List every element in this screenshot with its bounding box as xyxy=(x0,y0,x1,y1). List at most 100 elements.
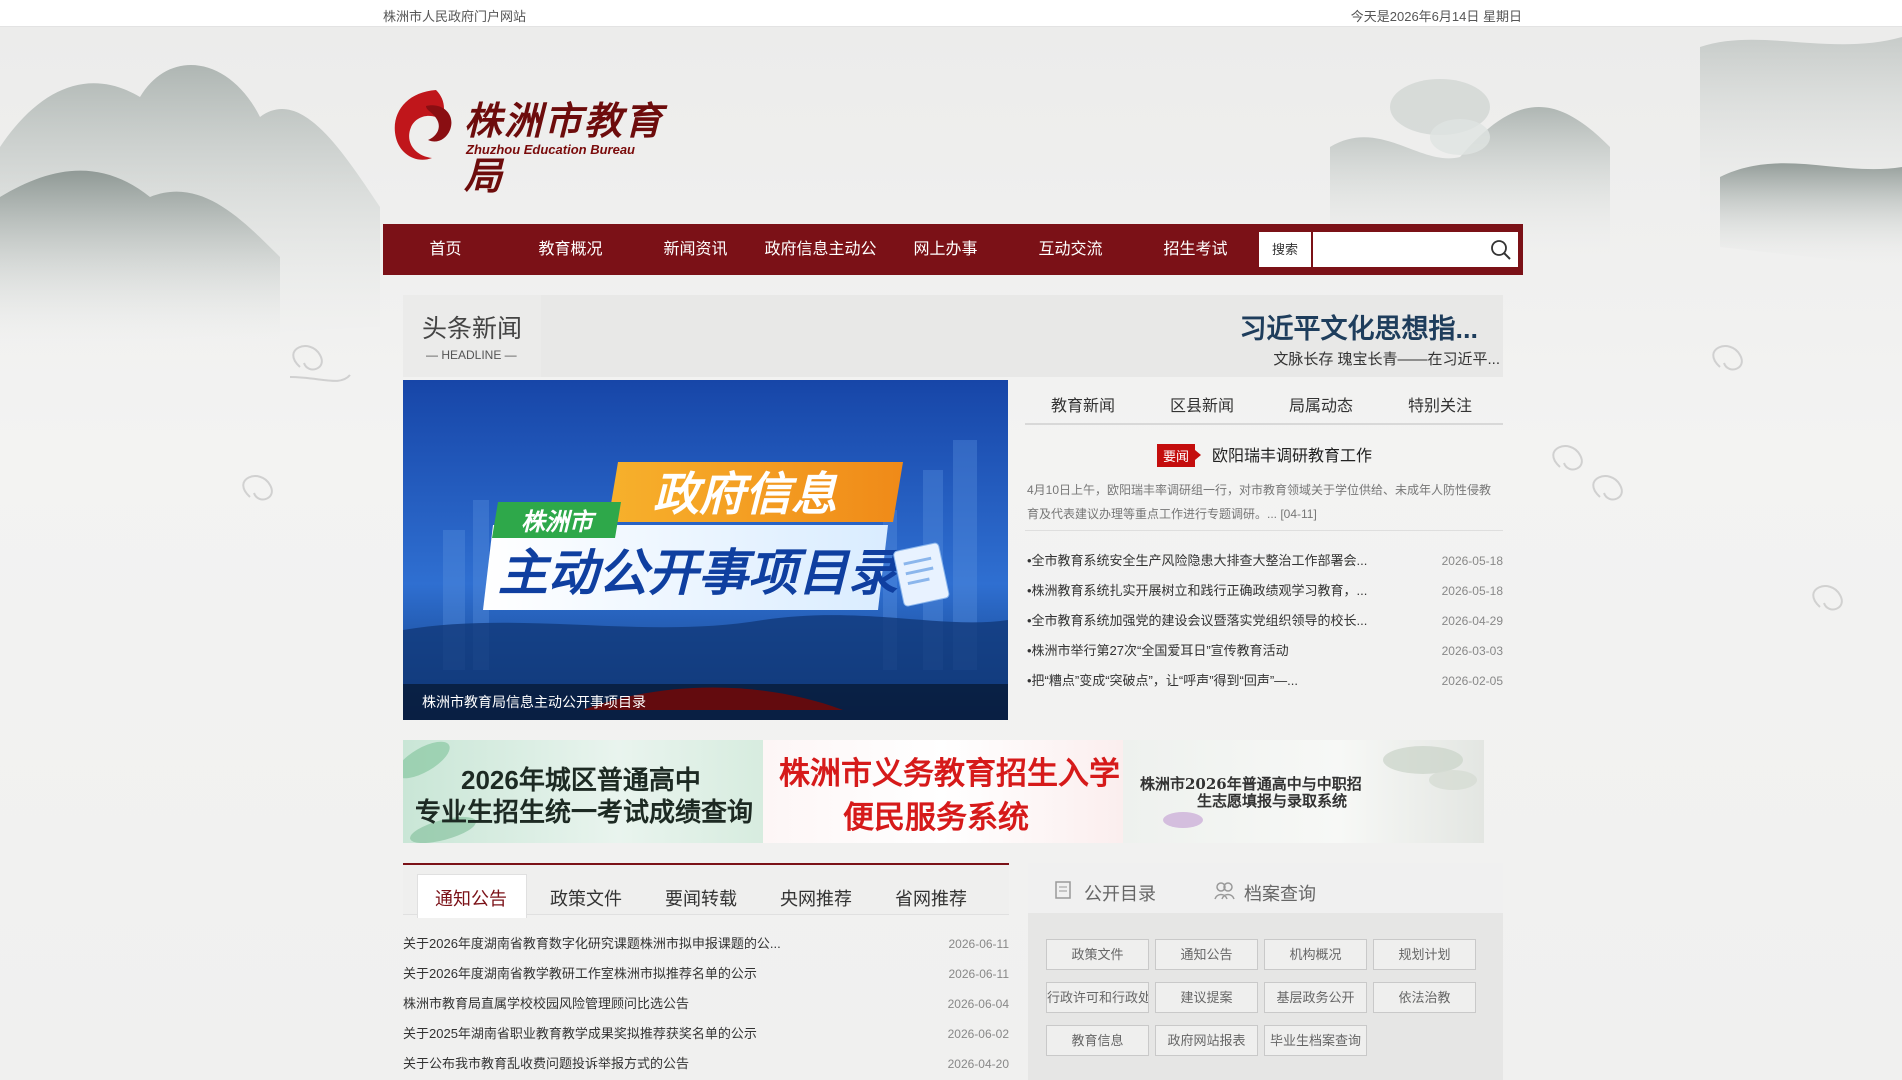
list-item[interactable]: •全市教育系统安全生产风险隐患大排查大整治工作部署会... 2026-05-18 xyxy=(1027,546,1503,576)
notice-date: 2026-06-04 xyxy=(947,997,1009,1011)
tab-special-focus[interactable]: 特别关注 xyxy=(1408,392,1472,416)
catalog-panel: 公开目录 档案查询 政策文件 通知公告 机构概况 规划计划 行政许可和行政处 建… xyxy=(1028,863,1503,1080)
promo-2-line2: 便民服务系统 xyxy=(843,800,1029,836)
catalog-button[interactable]: 依法治教 xyxy=(1373,982,1476,1013)
list-item[interactable]: 株洲市教育局直属学校校园风险管理顾问比选公告 2026-06-04 xyxy=(403,989,1009,1019)
tab-archive-query[interactable]: 档案查询 xyxy=(1244,880,1316,906)
catalog-tabs: 公开目录 档案查询 xyxy=(1028,863,1503,913)
nav-gov-info[interactable]: 政府信息主动公 xyxy=(758,224,883,275)
banner-caption: 株洲市教育局信息主动公开事项目录 xyxy=(403,684,1008,720)
notice-title[interactable]: 关于公布我市教育乱收费问题投诉举报方式的公告 xyxy=(403,1049,853,1079)
nav-news[interactable]: 新闻资讯 xyxy=(633,224,758,275)
list-item[interactable]: 关于2025年湖南省职业教育教学成果奖拟推荐获奖名单的公示 2026-06-02 xyxy=(403,1019,1009,1049)
main-content: 头条新闻 — HEADLINE — 习近平文化思想指... 文脉长存 瑰宝长青—… xyxy=(403,295,1503,1080)
news-title[interactable]: •株洲市举行第27次“全国爱耳日”宣传教育活动 xyxy=(1027,636,1402,666)
nav-online-services[interactable]: 网上办事 xyxy=(883,224,1008,275)
feature-badge: 要闻 xyxy=(1157,444,1202,467)
headline-subtitle-link[interactable]: 文脉长存 瑰宝长青——在习近平... xyxy=(1273,348,1500,369)
tab-central-recommend[interactable]: 央网推荐 xyxy=(780,885,852,911)
catalog-button[interactable]: 通知公告 xyxy=(1155,939,1258,970)
catalog-book-icon xyxy=(1055,881,1071,899)
promo-score-query[interactable]: 2026年城区普通高中 专业生招生统一考试成绩查询 xyxy=(403,740,763,843)
news-date: 2026-03-03 xyxy=(1441,644,1503,658)
notice-date: 2026-06-11 xyxy=(948,967,1010,981)
tab-policy-docs[interactable]: 政策文件 xyxy=(550,885,622,911)
tab-education-news[interactable]: 教育新闻 xyxy=(1051,392,1115,416)
archive-people-icon xyxy=(1214,882,1235,900)
promo-1-line2: 专业生招生统一考试成绩查询 xyxy=(415,797,754,827)
search-box: 搜索 xyxy=(1259,232,1518,267)
headline-label: 头条新闻 xyxy=(422,315,523,343)
logo-flame-icon xyxy=(394,90,452,160)
notice-title[interactable]: 株洲市教育局直属学校校园风险管理顾问比选公告 xyxy=(403,989,853,1019)
notice-date: 2026-06-11 xyxy=(948,937,1010,951)
banner-line2-text: 主动公开事项目录 xyxy=(498,545,902,601)
feature-title-link[interactable]: 欧阳瑞丰调研教育工作 xyxy=(1212,442,1372,466)
notice-date: 2026-04-20 xyxy=(947,1057,1009,1071)
news-date: 2026-05-18 xyxy=(1441,584,1503,598)
news-date: 2026-05-18 xyxy=(1441,554,1503,568)
list-item[interactable]: 关于2026年度湖南省教育数字化研究课题株洲市拟申报课题的公... 2026-06… xyxy=(403,929,1009,959)
tab-notices[interactable]: 通知公告 xyxy=(435,885,507,911)
tab-bureau-updates[interactable]: 局属动态 xyxy=(1289,392,1353,416)
catalog-button[interactable]: 基层政务公开 xyxy=(1264,982,1367,1013)
banner-graphic: 株洲市 政府信息 主动公开事项目录 xyxy=(403,380,1008,720)
featured-banner[interactable]: 株洲市 政府信息 主动公开事项目录 株洲市教育局信息主动公开事项目录 xyxy=(403,380,1008,720)
catalog-button[interactable]: 建议提案 xyxy=(1155,982,1258,1013)
news-title[interactable]: •把“糟点”变成“突破点”，让“呼声”得到“回声”—... xyxy=(1027,666,1402,696)
notice-date: 2026-06-02 xyxy=(947,1027,1009,1041)
nav-admissions[interactable]: 招生考试 xyxy=(1133,224,1258,275)
news-title[interactable]: •全市教育系统安全生产风险隐患大排查大整治工作部署会... xyxy=(1027,546,1402,576)
notice-list: 关于2026年度湖南省教育数字化研究课题株洲市拟申报课题的公... 2026-06… xyxy=(403,929,1009,1079)
main-nav: 首页 教育概况 新闻资讯 政府信息主动公 网上办事 互动交流 招生考试 搜索 xyxy=(383,224,1523,275)
notice-title[interactable]: 关于2026年度湖南省教育数字化研究课题株洲市拟申报课题的公... xyxy=(403,929,853,959)
headline-label-block: 头条新闻 — HEADLINE — xyxy=(403,295,541,377)
banner-tag-text: 株洲市 xyxy=(521,509,597,536)
promo-compulsory-enrollment[interactable]: 株洲市义务教育招生入学 便民服务系统 xyxy=(763,740,1123,843)
catalog-button[interactable]: 政府网站报表 xyxy=(1155,1025,1258,1056)
news-title[interactable]: •株洲教育系统扎实开展树立和践行正确政绩观学习教育，... xyxy=(1027,576,1402,606)
search-input[interactable] xyxy=(1317,234,1487,265)
banner-line1-text: 政府信息 xyxy=(653,468,838,520)
tab-public-catalog[interactable]: 公开目录 xyxy=(1084,880,1156,906)
list-item[interactable]: •株洲市举行第27次“全国爱耳日”宣传教育活动 2026-03-03 xyxy=(1027,636,1503,666)
tab-county-news[interactable]: 区县新闻 xyxy=(1170,392,1234,416)
catalog-buttons: 政策文件 通知公告 机构概况 规划计划 行政许可和行政处 建议提案 基层政务公开… xyxy=(1028,913,1503,1080)
news-title[interactable]: •全市教育系统加强党的建设会议暨落实党组织领导的校长... xyxy=(1027,606,1402,636)
list-item[interactable]: 关于公布我市教育乱收费问题投诉举报方式的公告 2026-04-20 xyxy=(403,1049,1009,1079)
list-item[interactable]: •株洲教育系统扎实开展树立和践行正确政绩观学习教育，... 2026-05-18 xyxy=(1027,576,1503,606)
tab-reprints[interactable]: 要闻转载 xyxy=(665,885,737,911)
headline-bar: 头条新闻 — HEADLINE — 习近平文化思想指... 文脉长存 瑰宝长青—… xyxy=(403,295,1503,377)
catalog-button[interactable]: 行政许可和行政处 xyxy=(1046,982,1149,1013)
list-item[interactable]: •全市教育系统加强党的建设会议暨落实党组织领导的校长... 2026-04-29 xyxy=(1027,606,1503,636)
list-item[interactable]: •把“糟点”变成“突破点”，让“呼声”得到“回声”—... 2026-02-05 xyxy=(1027,666,1503,696)
news-list: •全市教育系统安全生产风险隐患大排查大整治工作部署会... 2026-05-18 … xyxy=(1027,546,1503,696)
search-icon[interactable] xyxy=(1490,239,1512,261)
promo-2-line1: 株洲市义务教育招生入学 xyxy=(779,756,1120,792)
catalog-button[interactable]: 毕业生档案查询 xyxy=(1264,1025,1367,1056)
tab-province-recommend[interactable]: 省网推荐 xyxy=(895,885,967,911)
promo-high-school-admission[interactable]: 株洲市2026年普通高中与中职招 生志愿填报与录取系统 xyxy=(1123,740,1484,843)
notice-title[interactable]: 关于2025年湖南省职业教育教学成果奖拟推荐获奖名单的公示 xyxy=(403,1019,853,1049)
promo-banners: 2026年城区普通高中 专业生招生统一考试成绩查询 株洲市义务教育招生入学 便民… xyxy=(403,740,1484,843)
headline-sublabel: — HEADLINE — xyxy=(426,348,517,362)
nav-home[interactable]: 首页 xyxy=(383,224,508,275)
nav-education-overview[interactable]: 教育概况 xyxy=(508,224,633,275)
catalog-button[interactable]: 教育信息 xyxy=(1046,1025,1149,1056)
news-date: 2026-04-29 xyxy=(1441,614,1503,628)
nav-interaction[interactable]: 互动交流 xyxy=(1008,224,1133,275)
catalog-button[interactable]: 规划计划 xyxy=(1373,939,1476,970)
current-date: 今天是2026年6月14日 星期日 xyxy=(1350,9,1522,24)
catalog-button[interactable]: 政策文件 xyxy=(1046,939,1149,970)
list-item[interactable]: 关于2026年度湖南省教学教研工作室株洲市拟推荐名单的公示 2026-06-11 xyxy=(403,959,1009,989)
catalog-button[interactable]: 机构概况 xyxy=(1264,939,1367,970)
notice-title[interactable]: 关于2026年度湖南省教学教研工作室株洲市拟推荐名单的公示 xyxy=(403,959,853,989)
top-bar: 株洲市人民政府门户网站 今天是2026年6月14日 星期日 xyxy=(0,0,1902,27)
headline-title-link[interactable]: 习近平文化思想指... xyxy=(1239,307,1478,346)
news-tabs: 教育新闻 区县新闻 局属动态 特别关注 xyxy=(1025,380,1503,425)
news-date: 2026-02-05 xyxy=(1441,674,1503,688)
logo-name-en: Zhuzhou Education Bureau xyxy=(466,142,635,157)
gov-portal-link[interactable]: 株洲市人民政府门户网站 xyxy=(383,6,526,25)
news-panel: 教育新闻 区县新闻 局属动态 特别关注 要闻 欧阳瑞丰调研教育工作 4月10日上… xyxy=(1025,380,1503,720)
site-logo[interactable]: 株洲市教育局 Zhuzhou Education Bureau xyxy=(386,84,676,198)
